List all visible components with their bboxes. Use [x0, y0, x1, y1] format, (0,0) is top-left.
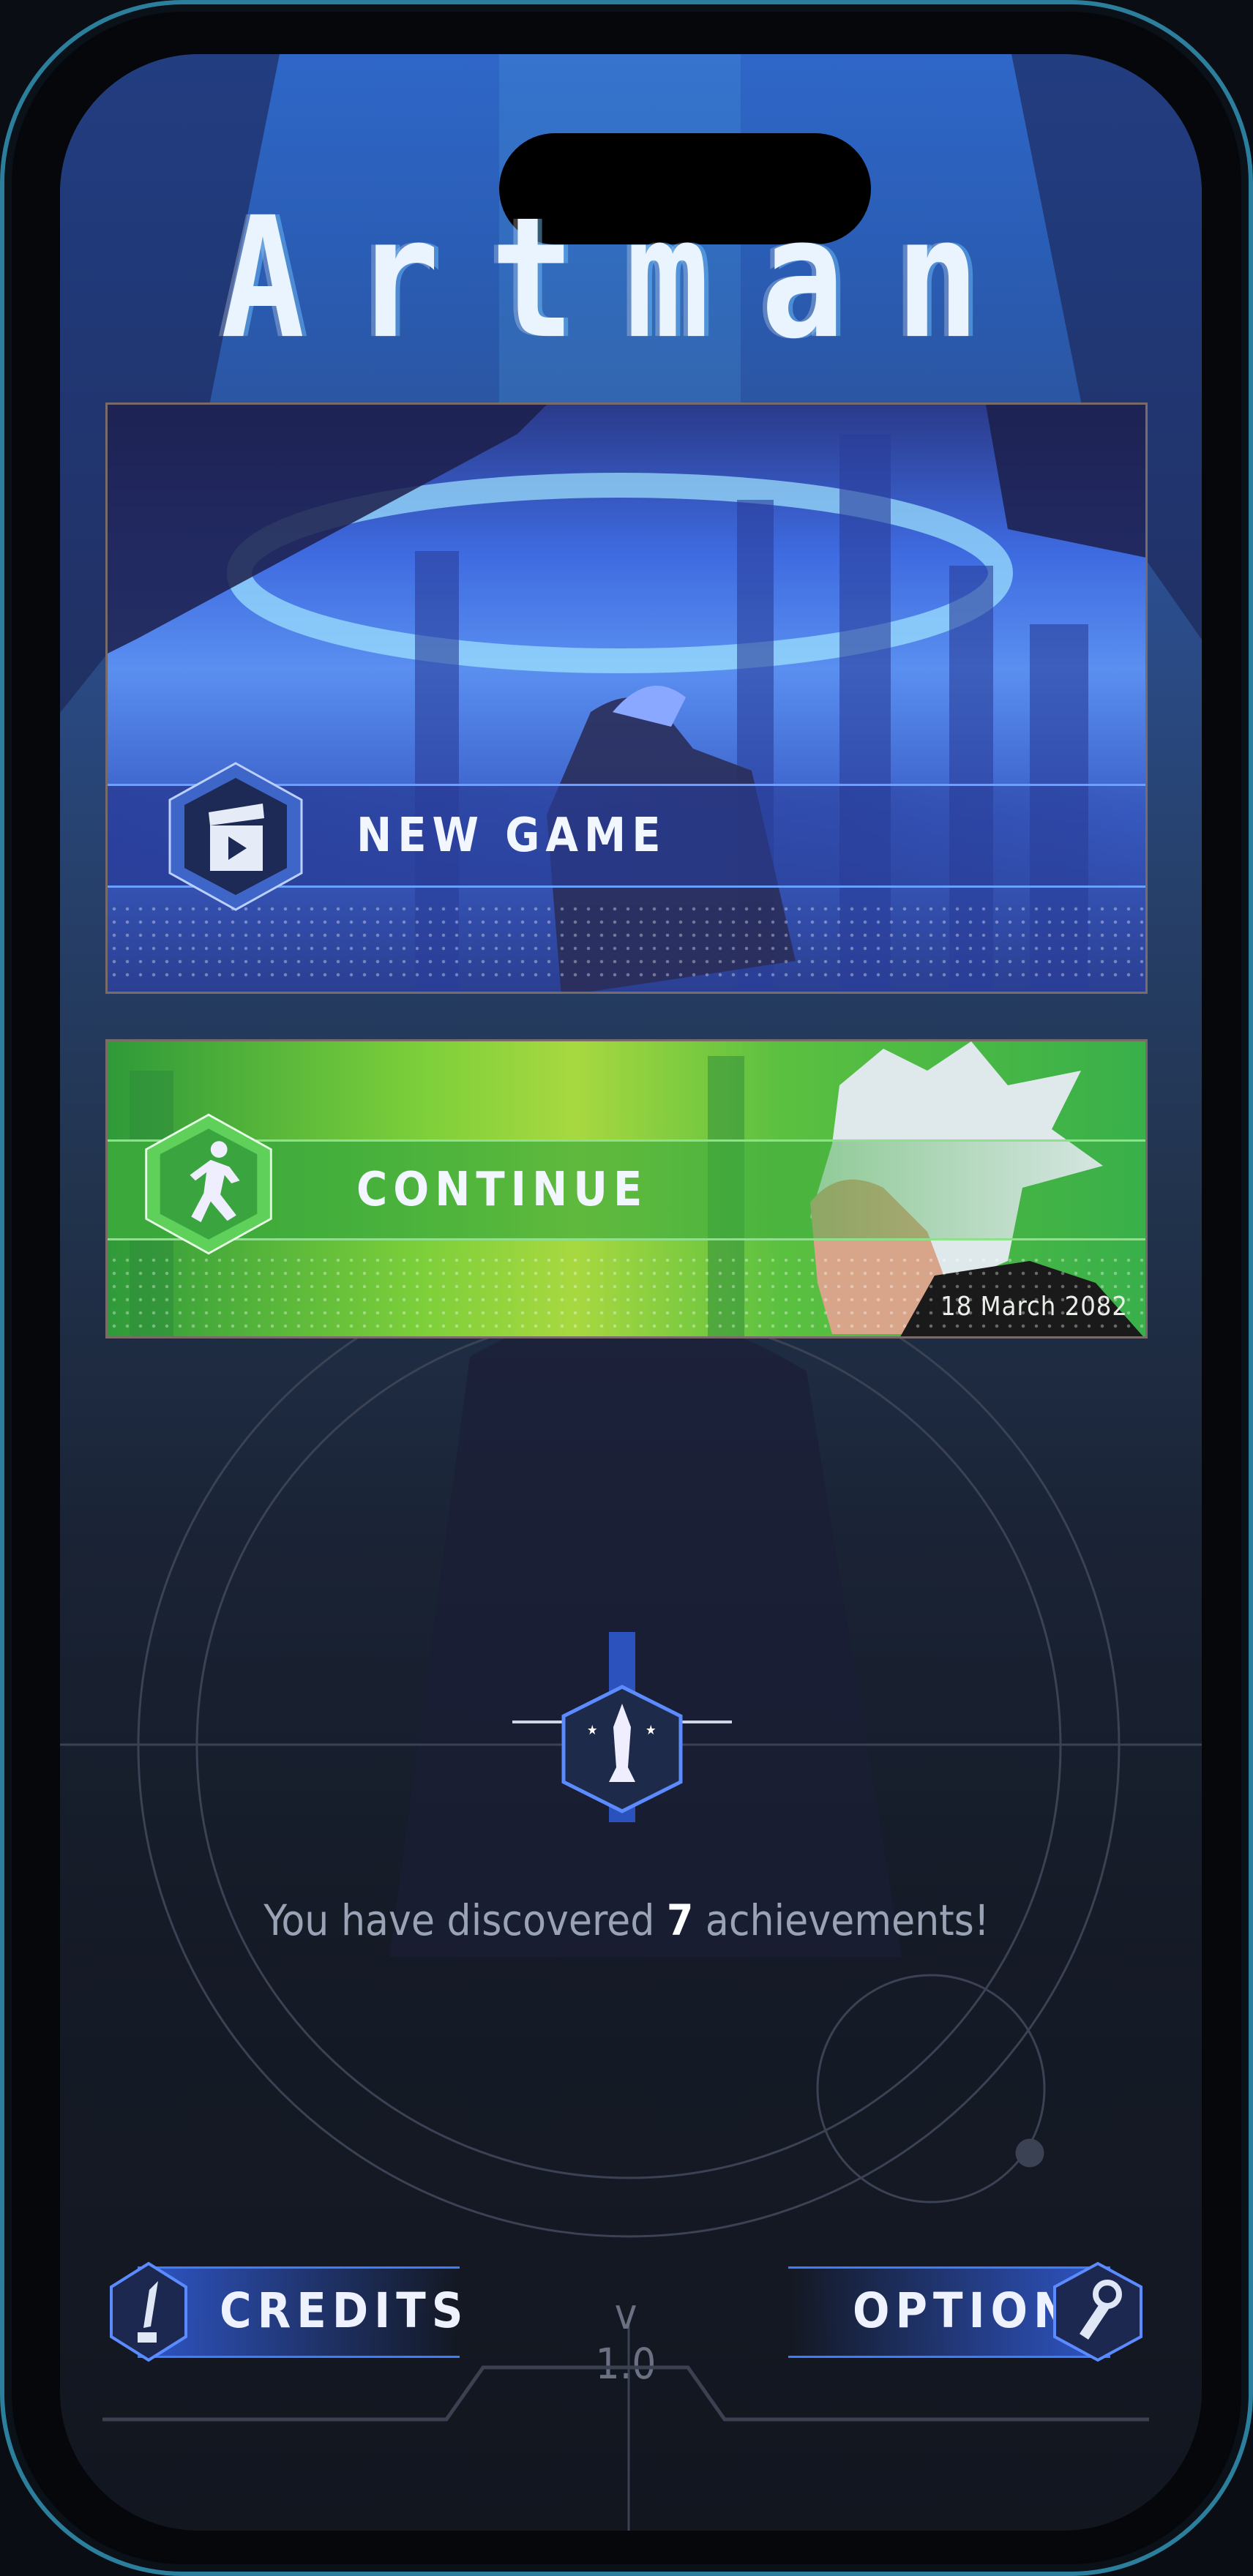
game-logo: Artman	[220, 181, 1031, 376]
footer-divider	[102, 2365, 1149, 2422]
new-game-button[interactable]: NEW GAME	[105, 402, 1148, 994]
new-game-label: NEW GAME	[356, 809, 667, 863]
achievements-message: You have discovered 7 achievements!	[0, 1895, 1253, 1945]
achievements-prefix: You have discovered	[263, 1895, 655, 1945]
svg-text:★: ★	[646, 1723, 657, 1738]
clapperboard-icon	[168, 762, 303, 911]
save-date: 18 March 2082	[940, 1292, 1128, 1322]
svg-text:★: ★	[587, 1723, 598, 1738]
continue-label: CONTINUE	[356, 1163, 648, 1217]
continue-button[interactable]: CONTINUE 18 March 2082	[105, 1039, 1148, 1338]
wrench-icon	[1053, 2261, 1142, 2362]
credits-label: CREDITS	[220, 2283, 469, 2339]
achievements-count: 7	[666, 1895, 694, 1945]
trophy-icon: ★ ★	[512, 1632, 732, 1822]
quill-icon	[110, 2261, 187, 2362]
credits-button[interactable]: CREDITS	[108, 2261, 463, 2362]
running-man-icon	[145, 1113, 272, 1255]
achievements-suffix: achievements!	[705, 1895, 990, 1945]
options-button[interactable]: OPTIONS	[788, 2261, 1145, 2362]
dot-pattern	[108, 902, 1145, 983]
